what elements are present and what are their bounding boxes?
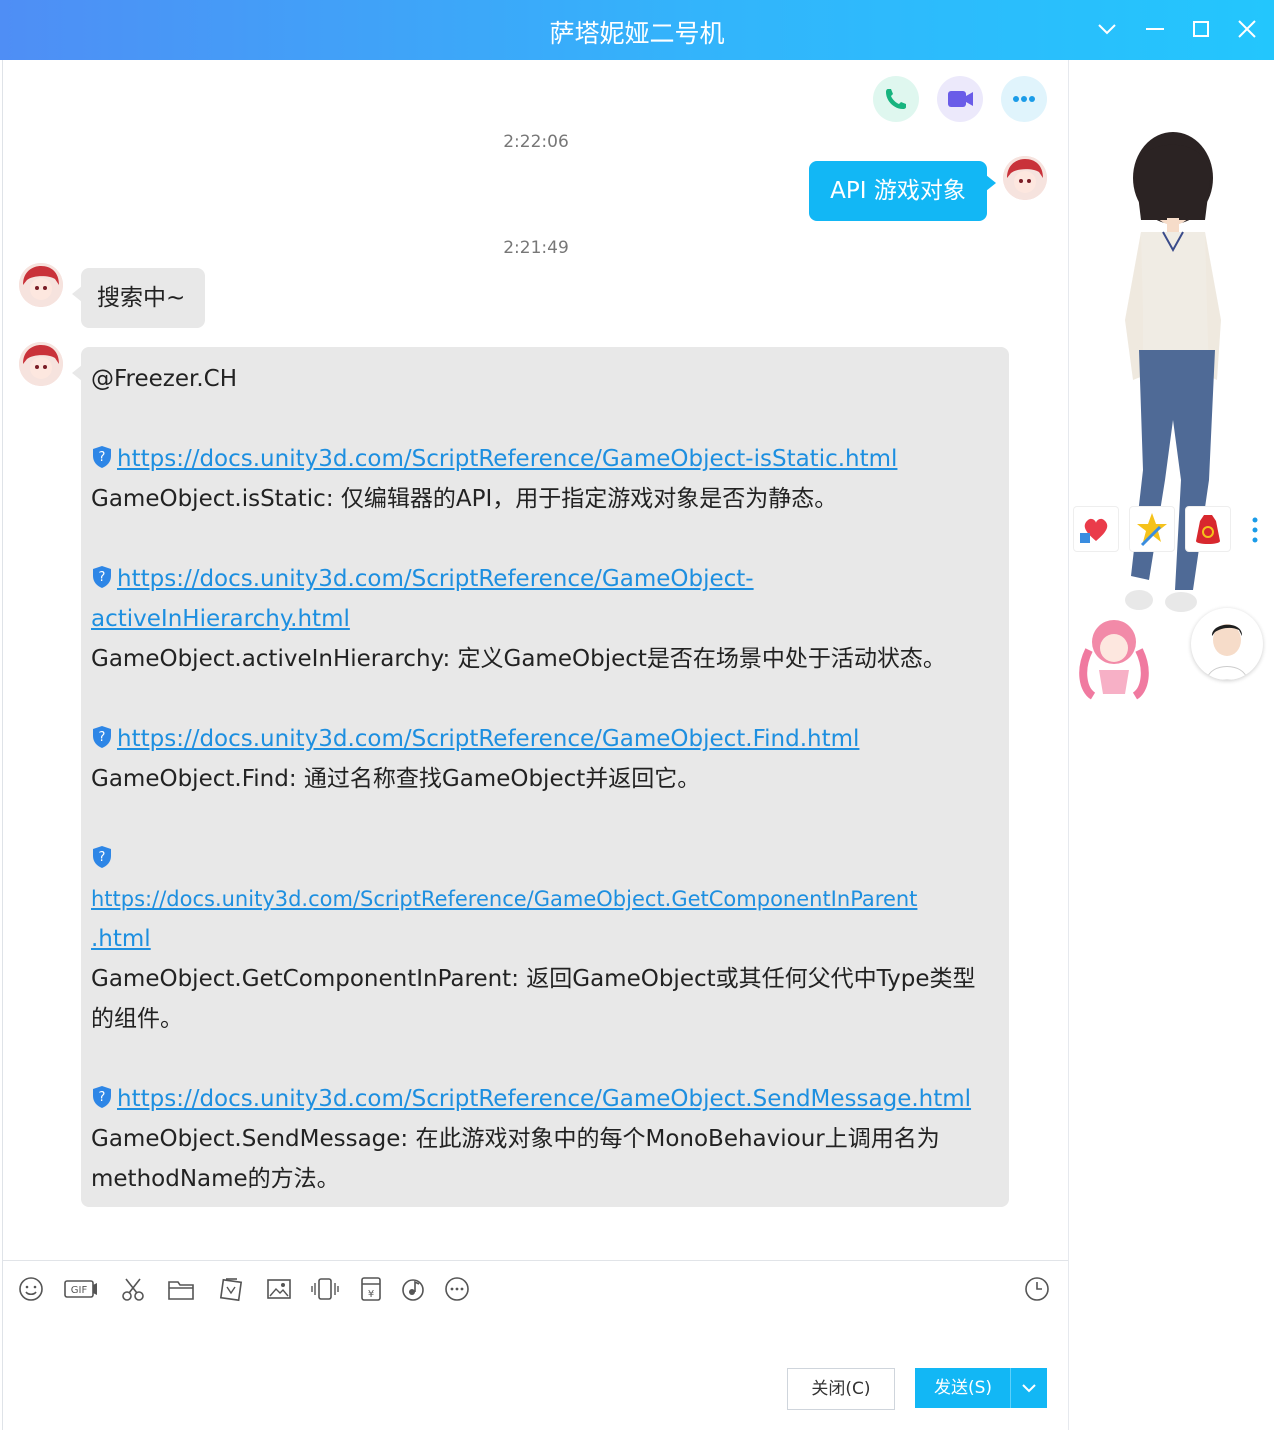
avatar-character-figure [1125,132,1221,612]
magic-star-icon [1137,513,1167,547]
svg-text:?: ? [99,730,106,745]
magic-wand-button[interactable] [1129,506,1175,552]
doc-link[interactable]: https://docs.unity3d.com/ScriptReference… [117,1086,971,1112]
link-line: ? https://docs.unity3d.com/ScriptReferen… [91,1079,1003,1119]
chevron-down-icon [1022,1384,1036,1393]
doc-link[interactable]: https://docs.unity3d.com/ScriptReference… [91,887,917,911]
description-text: GameObject.Find: 通过名称查找GameObject并返回它。 [91,766,701,792]
image-icon[interactable] [265,1275,293,1303]
security-shield-icon: ? [93,566,111,588]
video-call-button[interactable] [937,76,983,122]
panel-more-icon[interactable] [1245,512,1265,548]
music-icon[interactable] [399,1275,427,1303]
more-dots-icon [1013,96,1035,102]
contact-avatar[interactable] [19,263,63,307]
svg-text:?: ? [99,1090,106,1105]
security-shield-icon: ? [93,446,111,468]
link-line: ? https://docs.unity3d.com/ScriptReferen… [91,439,1003,479]
chat-pane: 2:22:06 API 游戏对象 2:21:49 搜索中~ @Freezer.C… [2,60,1069,1430]
emoji-icon[interactable] [17,1275,45,1303]
send-button[interactable]: 发送(S) [915,1368,1047,1408]
message-text: API 游戏对象 [830,178,966,204]
doc-link[interactable]: https://docs.unity3d.com/ScriptReference… [117,726,859,752]
lucky-bag-icon [1196,515,1220,544]
gif-icon[interactable]: GIF [63,1275,99,1303]
gift-heart-button[interactable] [1073,506,1119,552]
security-shield-icon: ? [93,726,111,748]
sent-message-bubble[interactable]: API 游戏对象 [809,161,996,221]
minimize-icon[interactable] [1140,14,1170,44]
svg-text:?: ? [99,450,106,465]
video-camera-icon [948,91,973,107]
description-text: methodName的方法。 [91,1166,340,1192]
scissors-icon[interactable] [119,1275,147,1303]
received-message-bubble[interactable]: @Freezer.CH ? https://docs.unity3d.com/S… [72,347,1009,1207]
shake-window-icon[interactable] [311,1275,339,1303]
history-clock-icon[interactable] [1023,1275,1051,1303]
message-timestamp: 2:21:49 [503,238,569,258]
link-line: ? https://docs.unity3d.com/ScriptReferen… [91,719,1003,759]
received-message-bubble[interactable]: 搜索中~ [72,268,205,328]
send-options-dropdown[interactable] [1010,1368,1047,1408]
description-text: GameObject.GetComponentInParent: 返回GameO… [91,966,976,992]
close-icon[interactable] [1232,14,1262,44]
self-avatar[interactable] [1003,156,1047,200]
maximize-icon[interactable] [1186,14,1216,44]
doc-link[interactable]: https://docs.unity3d.com/ScriptReference… [117,446,897,472]
mention-text: @Freezer.CH [91,366,238,392]
doc-link[interactable]: activeInHierarchy.html [91,606,350,632]
svg-text:?: ? [99,570,106,585]
anime-avatar-icon [1003,156,1047,200]
message-body: @Freezer.CH ? https://docs.unity3d.com/S… [91,359,1003,1199]
dropdown-chevron-icon[interactable] [1092,14,1122,44]
svg-text:GIF: GIF [71,1285,88,1296]
side-panel [1068,60,1274,1430]
folder-icon[interactable] [167,1275,195,1303]
link-line: ? [91,839,1003,879]
close-button-label: 关闭(C) [811,1379,871,1399]
phone-icon [886,89,906,109]
message-text: 搜索中~ [97,285,186,311]
description-text: 的组件。 [91,1006,183,1032]
svg-text:?: ? [99,850,106,865]
contact-avatar[interactable] [19,342,63,386]
red-packet-icon[interactable]: ¥ [357,1275,385,1303]
message-timestamp: 2:22:06 [503,132,569,152]
doc-link[interactable]: https://docs.unity3d.com/ScriptReference… [117,566,754,592]
link-line: activeInHierarchy.html [91,599,1003,639]
security-shield-icon: ? [93,1086,111,1108]
doc-link[interactable]: .html [91,926,151,952]
description-text: GameObject.activeInHierarchy: 定义GameObje… [91,646,946,672]
title-bar: 萨塔妮娅二号机 [0,0,1274,60]
heart-gift-icon [1080,518,1108,543]
voice-call-button[interactable] [873,76,919,122]
more-tools-icon[interactable] [443,1275,471,1303]
window-title: 萨塔妮娅二号机 [549,19,725,48]
male-avatar-icon [1206,624,1248,680]
svg-text:¥: ¥ [368,1289,374,1300]
description-text: GameObject.isStatic: 仅编辑器的API，用于指定游戏对象是否… [91,486,838,512]
send-button-label: 发送(S) [933,1378,993,1398]
link-line: .html [91,919,1003,959]
more-options-button[interactable] [1001,76,1047,122]
description-text: GameObject.SendMessage: 在此游戏对象中的每个MonoBe… [91,1126,940,1152]
input-divider [3,1260,1069,1261]
lucky-bag-button[interactable] [1185,506,1231,552]
security-shield-icon: ? [93,846,111,868]
screenshot-icon[interactable] [217,1275,245,1303]
anime-avatar-icon [19,342,63,386]
link-line: https://docs.unity3d.com/ScriptReference… [91,879,1003,919]
contact-3d-avatar[interactable] [1191,608,1263,680]
chibi-character-icon [1079,620,1149,700]
link-line: ? https://docs.unity3d.com/ScriptReferen… [91,559,1003,599]
anime-avatar-icon [19,263,63,307]
close-button[interactable]: 关闭(C) [787,1368,895,1410]
